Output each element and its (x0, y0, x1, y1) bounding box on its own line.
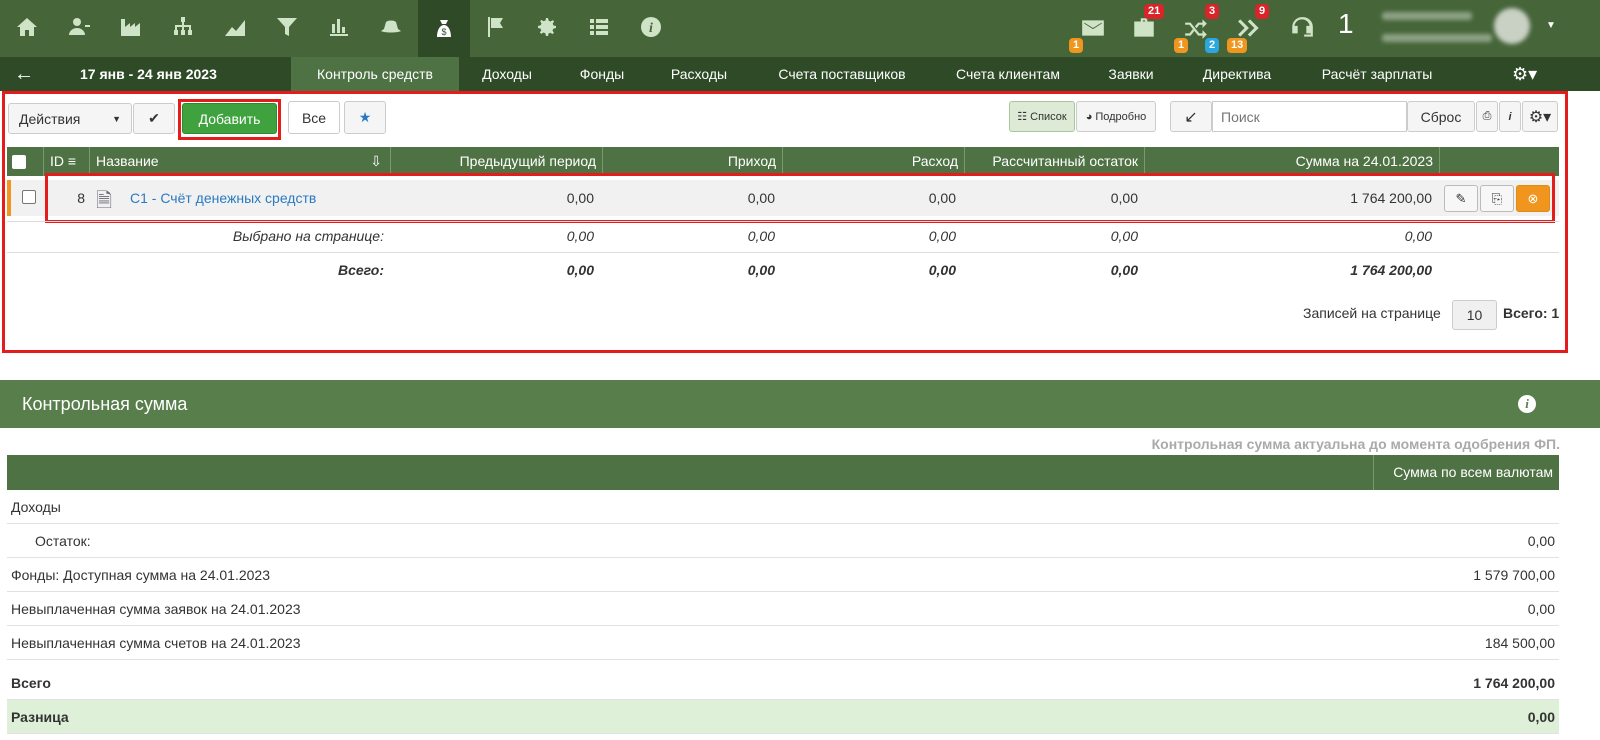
counter: 1 (1338, 8, 1354, 39)
checksum-title: Контрольная сумма (22, 394, 188, 414)
checksum-row: Доходы (7, 490, 1559, 524)
mail-badge: 1 (1069, 38, 1084, 53)
chevron-down-icon[interactable]: ▼ (1546, 20, 1556, 31)
row-value: 1 579 700,00 (1473, 567, 1555, 583)
tab-funds[interactable]: Фонды (555, 57, 649, 91)
row-value: 0,00 (1527, 601, 1555, 617)
tab-payroll[interactable]: Расчёт зарплаты (1305, 57, 1449, 91)
user-name-blurred (1382, 12, 1472, 20)
checksum-row: Фонды: Доступная сумма на 24.01.2023 1 5… (7, 558, 1559, 592)
row-value: 0,00 (1527, 533, 1555, 549)
top-toolbar: $ i 1 21 3 1 2 9 13 1 ▼ (0, 0, 1600, 57)
table-area-highlight (2, 91, 1568, 353)
bar-chart-icon[interactable] (322, 10, 356, 44)
row-label: Невыплаченная сумма заявок на 24.01.2023 (11, 601, 301, 617)
tab-requests[interactable]: Заявки (1095, 57, 1167, 91)
tab-client-invoices[interactable]: Счета клиентам (935, 57, 1081, 91)
forward-badge-top: 9 (1255, 4, 1270, 19)
briefcase-badge: 21 (1144, 4, 1165, 19)
user-org-blurred (1382, 34, 1492, 42)
info-icon[interactable]: i (634, 10, 668, 44)
tab-supplier-invoices[interactable]: Счета поставщиков (758, 57, 926, 91)
tab-cash-control[interactable]: Контроль средств (291, 57, 459, 91)
flag-icon[interactable] (478, 10, 512, 44)
shuffle-badge-right: 2 (1205, 38, 1220, 53)
gear-icon[interactable] (530, 10, 564, 44)
svg-text:i: i (649, 21, 653, 36)
tab-directive[interactable]: Директива (1182, 57, 1292, 91)
checksum-total-row: Всего 1 764 200,00 (7, 666, 1559, 700)
svg-text:$: $ (441, 27, 446, 37)
checksum-diff-row: Разница 0,00 (7, 700, 1559, 734)
row-value: 1 764 200,00 (1473, 675, 1555, 691)
module-nav: ← 17 янв - 24 янв 2023 Контроль средств … (0, 57, 1600, 91)
forward-badge-bottom: 13 (1227, 38, 1248, 53)
row-value: 184 500,00 (1484, 635, 1555, 651)
list-icon[interactable] (582, 10, 616, 44)
date-range[interactable]: 17 янв - 24 янв 2023 (80, 66, 217, 82)
home-icon[interactable] (10, 10, 44, 44)
row-label: Всего (11, 675, 51, 691)
money-bag-icon[interactable]: $ (418, 0, 470, 57)
back-arrow-icon[interactable]: ← (14, 63, 34, 86)
checksum-row: Невыплаченная сумма счетов на 24.01.2023… (7, 626, 1559, 660)
row-label: Невыплаченная сумма счетов на 24.01.2023 (11, 635, 301, 651)
area-chart-icon[interactable] (218, 10, 252, 44)
factory-icon[interactable] (114, 10, 148, 44)
users-icon[interactable] (62, 10, 96, 44)
checksum-row: Остаток: 0,00 (7, 524, 1559, 558)
shuffle-badge-left: 1 (1174, 38, 1189, 53)
hat-icon[interactable] (374, 10, 408, 44)
settings-gear-icon[interactable]: ⚙▾ (1512, 64, 1537, 85)
row-label: Разница (11, 709, 69, 725)
org-chart-icon[interactable] (166, 10, 200, 44)
tab-income[interactable]: Доходы (468, 57, 546, 91)
checksum-note: Контрольная сумма актуальна до момента о… (1151, 436, 1560, 452)
checksum-row: Невыплаченная сумма заявок на 24.01.2023… (7, 592, 1559, 626)
row-label: Доходы (11, 499, 61, 515)
avatar[interactable] (1494, 8, 1530, 44)
checksum-panel-header: Контрольная сумма i (0, 380, 1600, 428)
tab-expenses[interactable]: Расходы (655, 57, 743, 91)
shuffle-badge-top: 3 (1205, 4, 1220, 19)
row-value: 0,00 (1527, 709, 1555, 725)
col-all-currencies: Сумма по всем валютам (1373, 455, 1555, 490)
row-label: Фонды: Доступная сумма на 24.01.2023 (11, 567, 270, 583)
headset-icon[interactable] (1282, 8, 1322, 48)
filter-icon[interactable] (270, 10, 304, 44)
checksum-table-header: Сумма по всем валютам (7, 455, 1559, 490)
row-label: Остаток: (35, 533, 91, 549)
info-icon[interactable]: i (1518, 395, 1536, 413)
